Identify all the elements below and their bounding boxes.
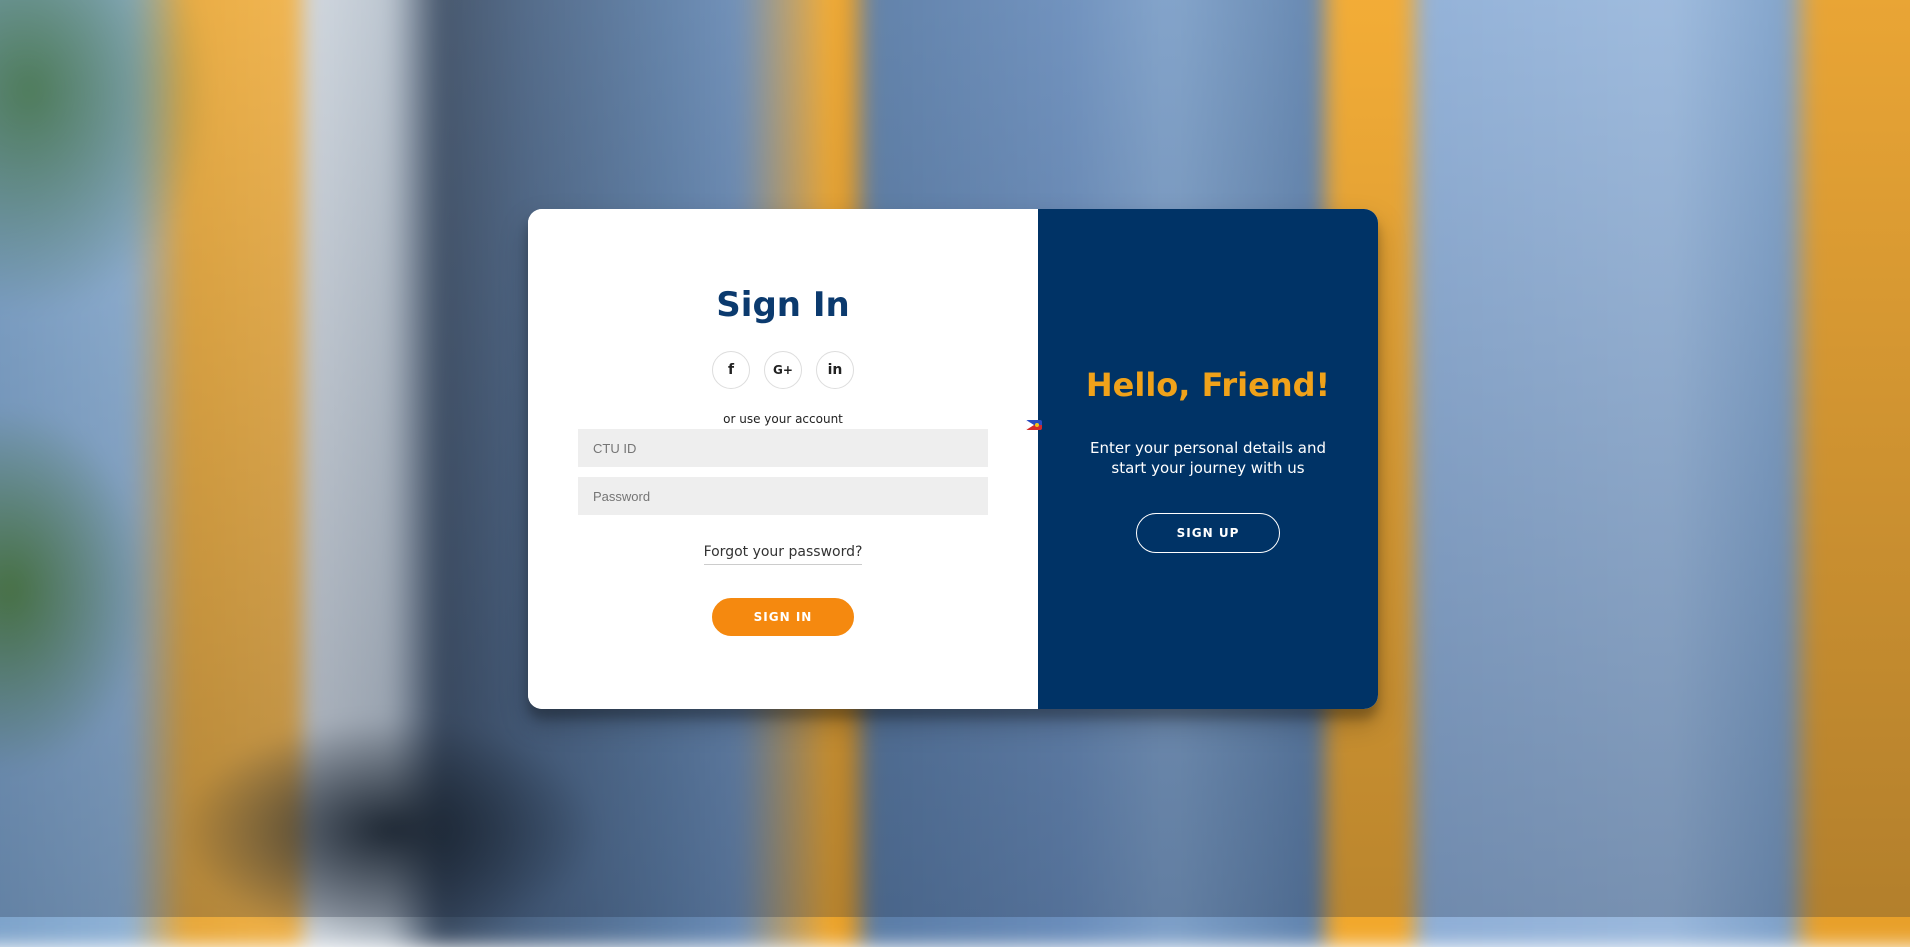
forgot-password-link[interactable]: Forgot your password? xyxy=(703,544,863,565)
overlay-text: Enter your personal details and start yo… xyxy=(1089,439,1327,477)
use-account-text: or use your account xyxy=(723,412,843,426)
forgot-password-wrapper: Forgot your password? xyxy=(528,541,1038,565)
linkedin-icon: in xyxy=(827,362,843,378)
linkedin-button[interactable]: in xyxy=(816,351,854,389)
overlay-title: Hello, Friend! xyxy=(1085,366,1331,404)
sign-in-button[interactable]: Sign In xyxy=(712,598,854,636)
google-plus-icon: G+ xyxy=(773,363,793,377)
ctu-id-input[interactable] xyxy=(578,429,988,467)
sign-in-title: Sign In xyxy=(716,285,850,325)
social-buttons: f G+ in xyxy=(528,351,1038,389)
google-plus-button[interactable]: G+ xyxy=(764,351,802,389)
philippines-flag-icon[interactable] xyxy=(1026,420,1042,430)
sign-up-button[interactable]: Sign Up xyxy=(1136,513,1280,553)
facebook-button[interactable]: f xyxy=(712,351,750,389)
password-input[interactable] xyxy=(578,477,988,515)
overlay-panel: Hello, Friend! Enter your personal detai… xyxy=(1038,209,1378,709)
sign-in-panel: Sign In f G+ in or use your account Forg… xyxy=(528,209,1038,709)
facebook-icon: f xyxy=(727,362,735,378)
auth-container: Sign In f G+ in or use your account Forg… xyxy=(528,209,1378,709)
